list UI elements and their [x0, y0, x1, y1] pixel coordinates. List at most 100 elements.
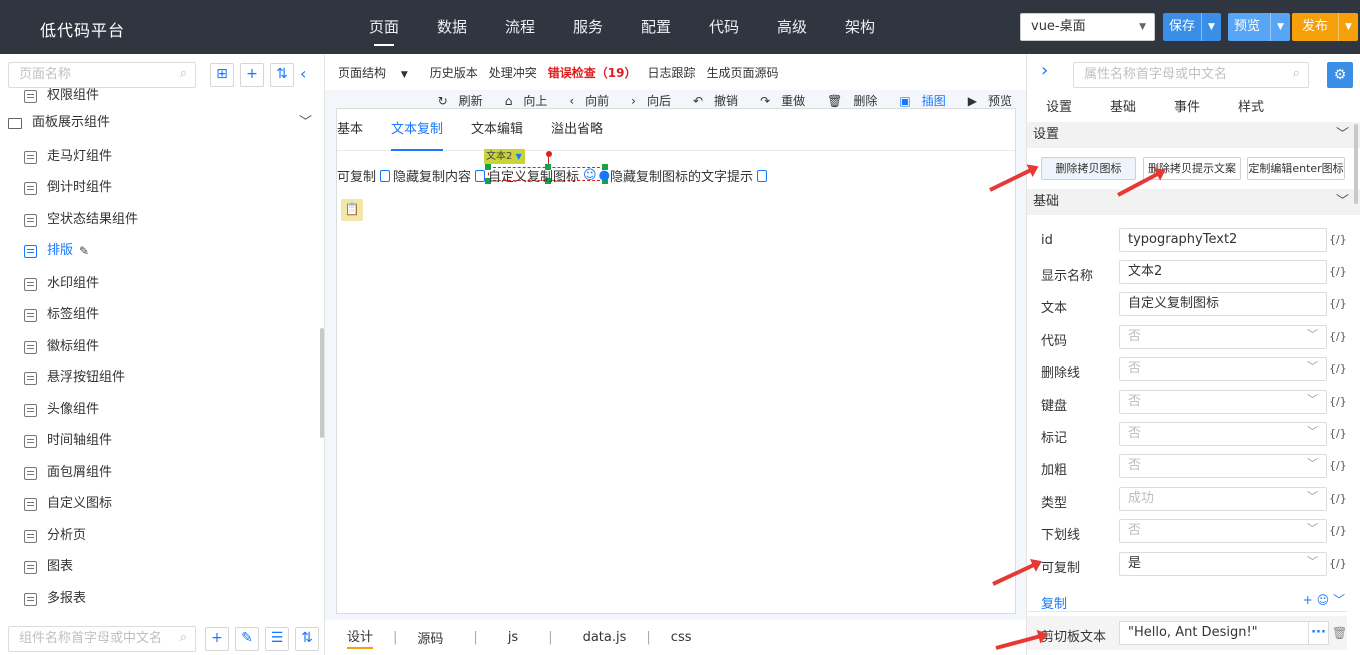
tree-item[interactable]: 面包屑组件 [24, 458, 112, 488]
error-check-button[interactable]: 错误检查（19） [548, 64, 637, 81]
expand-right-icon[interactable]: › [1041, 60, 1048, 81]
mode-tab-datajs[interactable]: data.js [583, 630, 627, 645]
save-dropdown-icon[interactable]: ▼ [1201, 13, 1221, 41]
generate-source-button[interactable]: 生成页面源码 [707, 64, 779, 81]
tree-item[interactable]: 头像组件 [24, 395, 99, 425]
section-settings[interactable]: 设置 ﹀ [1027, 122, 1360, 148]
expression-icon[interactable]: {/} [1329, 459, 1347, 472]
smile-icon[interactable]: ☺ [583, 168, 597, 183]
selection-tag[interactable]: 文本2 ▼ [484, 149, 525, 164]
prop-input-id[interactable]: typographyText2 [1119, 228, 1327, 252]
section-basic[interactable]: 基础 ﹀ [1027, 189, 1360, 215]
clipboard-input[interactable]: "Hello, Ant Design!" ··· [1119, 621, 1329, 645]
expression-icon[interactable]: {/} [1329, 233, 1347, 246]
tree-item[interactable]: 标签组件 [24, 300, 99, 330]
expression-icon[interactable]: {/} [1329, 395, 1347, 408]
prop-select-mark[interactable]: 否 ﹀ [1119, 422, 1327, 446]
expression-icon[interactable]: {/} [1329, 265, 1347, 278]
move-forward-button[interactable]: ‹ 向前 [558, 92, 609, 109]
left-scrollbar[interactable] [320, 328, 324, 438]
tree-item[interactable]: 分析页 [24, 521, 86, 551]
add-icon[interactable]: + [1303, 593, 1313, 607]
expression-icon[interactable]: {/} [1329, 557, 1347, 570]
nav-config[interactable]: 配置 [622, 0, 690, 54]
expression-icon[interactable]: {/} [1329, 297, 1347, 310]
gear-icon[interactable]: ⚙ [1327, 62, 1353, 88]
prop-select-code[interactable]: 否 ﹀ [1119, 325, 1327, 349]
mode-tab-css[interactable]: css [671, 630, 692, 645]
preview-button[interactable]: 预览 ▼ [1228, 13, 1291, 41]
prop-select-underline[interactable]: 否 ﹀ [1119, 519, 1327, 543]
tab-text-edit[interactable]: 文本编辑 [457, 109, 537, 150]
publish-button[interactable]: 发布 ▼ [1292, 13, 1359, 41]
expression-icon[interactable]: {/} [1329, 330, 1347, 343]
delete-button[interactable]: 🗑 删除 [816, 92, 877, 109]
refresh-button[interactable]: ↻ 刷新 [427, 92, 483, 109]
save-button[interactable]: 保存 ▼ [1163, 13, 1222, 41]
prop-select-bold[interactable]: 否 ﹀ [1119, 454, 1327, 478]
tree-item[interactable]: 徽标组件 [24, 332, 99, 362]
tree-item[interactable]: 水印组件 [24, 269, 99, 299]
tree-item[interactable]: 悬浮按钮组件 [24, 363, 125, 393]
mode-tab-source[interactable]: 源码 [417, 628, 443, 647]
insert-image-button[interactable]: ▣ 插图 [888, 92, 945, 109]
add-component-icon[interactable]: + [205, 627, 229, 651]
mode-tab-design[interactable]: 设计 [347, 626, 374, 649]
trash-icon[interactable]: 🗑 [1332, 626, 1347, 640]
tree-item[interactable]: 多报表 [24, 584, 86, 610]
prop-input-display-name[interactable]: 文本2 [1119, 260, 1327, 284]
move-back-button[interactable]: › 向后 [620, 92, 671, 109]
right-scrollbar[interactable] [1354, 124, 1358, 204]
copy-icon[interactable] [380, 169, 391, 182]
clipboard-icon[interactable]: 📋 [341, 199, 363, 221]
expression-icon[interactable]: {/} [1329, 427, 1347, 440]
property-search-input[interactable]: 属性名称首字母或中文名 ⌕ [1073, 62, 1309, 88]
expression-icon[interactable]: {/} [1329, 492, 1347, 505]
more-icon[interactable]: ··· [1308, 622, 1328, 644]
tree-group-panel[interactable]: 面板展示组件 ﹀ [8, 108, 318, 138]
preview-canvas-button[interactable]: ▶ 预览 [957, 92, 1012, 109]
tree-item[interactable]: 倒计时组件 [24, 173, 112, 203]
tab-settings[interactable]: 设置 [1027, 94, 1091, 122]
tab-basic[interactable]: 基本 [337, 109, 377, 150]
tab-text-copy[interactable]: 文本复制 [377, 109, 457, 151]
tab-basic[interactable]: 基础 [1091, 94, 1155, 122]
tree-item[interactable]: 时间轴组件 [24, 426, 112, 456]
prop-input-text[interactable]: 自定义复制图标 [1119, 292, 1327, 316]
nav-advanced[interactable]: 高级 [758, 0, 826, 54]
nav-architecture[interactable]: 架构 [826, 0, 894, 54]
edit-pencil-icon[interactable]: ✎ [79, 236, 89, 266]
nav-code[interactable]: 代码 [690, 0, 758, 54]
prop-select-strikethrough[interactable]: 否 ﹀ [1119, 357, 1327, 381]
remove-copy-icon-button[interactable]: 删除拷贝图标 [1041, 157, 1136, 180]
page-search-input[interactable]: 页面名称 ⌕ [8, 62, 196, 88]
page-structure-menu[interactable]: 页面结构 ▼ [338, 64, 419, 81]
add-icon[interactable]: + [240, 63, 264, 87]
tree-item-active[interactable]: 排版 ✎ [24, 236, 89, 266]
preview-dropdown-icon[interactable]: ▼ [1270, 13, 1290, 41]
prop-select-keyboard[interactable]: 否 ﹀ [1119, 390, 1327, 414]
history-button[interactable]: 历史版本 [430, 64, 478, 81]
env-select[interactable]: vue-桌面 ▼ [1020, 13, 1155, 41]
nav-page[interactable]: 页面 [350, 0, 418, 54]
chevron-down-icon[interactable]: ﹀ [1333, 593, 1345, 607]
prop-select-copyable[interactable]: 是 ﹀ [1119, 552, 1327, 576]
undo-button[interactable]: ↶ 撤销 [682, 92, 738, 109]
nav-service[interactable]: 服务 [554, 0, 622, 54]
add-folder-icon[interactable]: ⊞ [210, 63, 234, 87]
wrench-icon[interactable]: ✎ [235, 627, 259, 651]
section-copy[interactable]: 复制 + ☺ ﹀ [1027, 588, 1347, 612]
custom-enter-icon-button[interactable]: 定制编辑enter图标 [1247, 157, 1345, 180]
component-search-input[interactable]: 组件名称首字母或中文名 ⌕ [8, 626, 196, 652]
copy-icon[interactable] [756, 169, 767, 182]
copy-icon[interactable] [475, 169, 486, 182]
log-trace-button[interactable]: 日志跟踪 [648, 64, 696, 81]
smile-icon[interactable]: ☺ [1317, 593, 1330, 607]
mode-tab-js[interactable]: js [508, 630, 518, 645]
tab-events[interactable]: 事件 [1155, 94, 1219, 122]
prop-select-type[interactable]: 成功 ﹀ [1119, 487, 1327, 511]
tab-overflow-ellipsis[interactable]: 溢出省略 [537, 109, 617, 150]
redo-button[interactable]: ↷ 重做 [749, 92, 805, 109]
nav-flow[interactable]: 流程 [486, 0, 554, 54]
collapse-left-icon[interactable]: ‹ [300, 64, 306, 83]
